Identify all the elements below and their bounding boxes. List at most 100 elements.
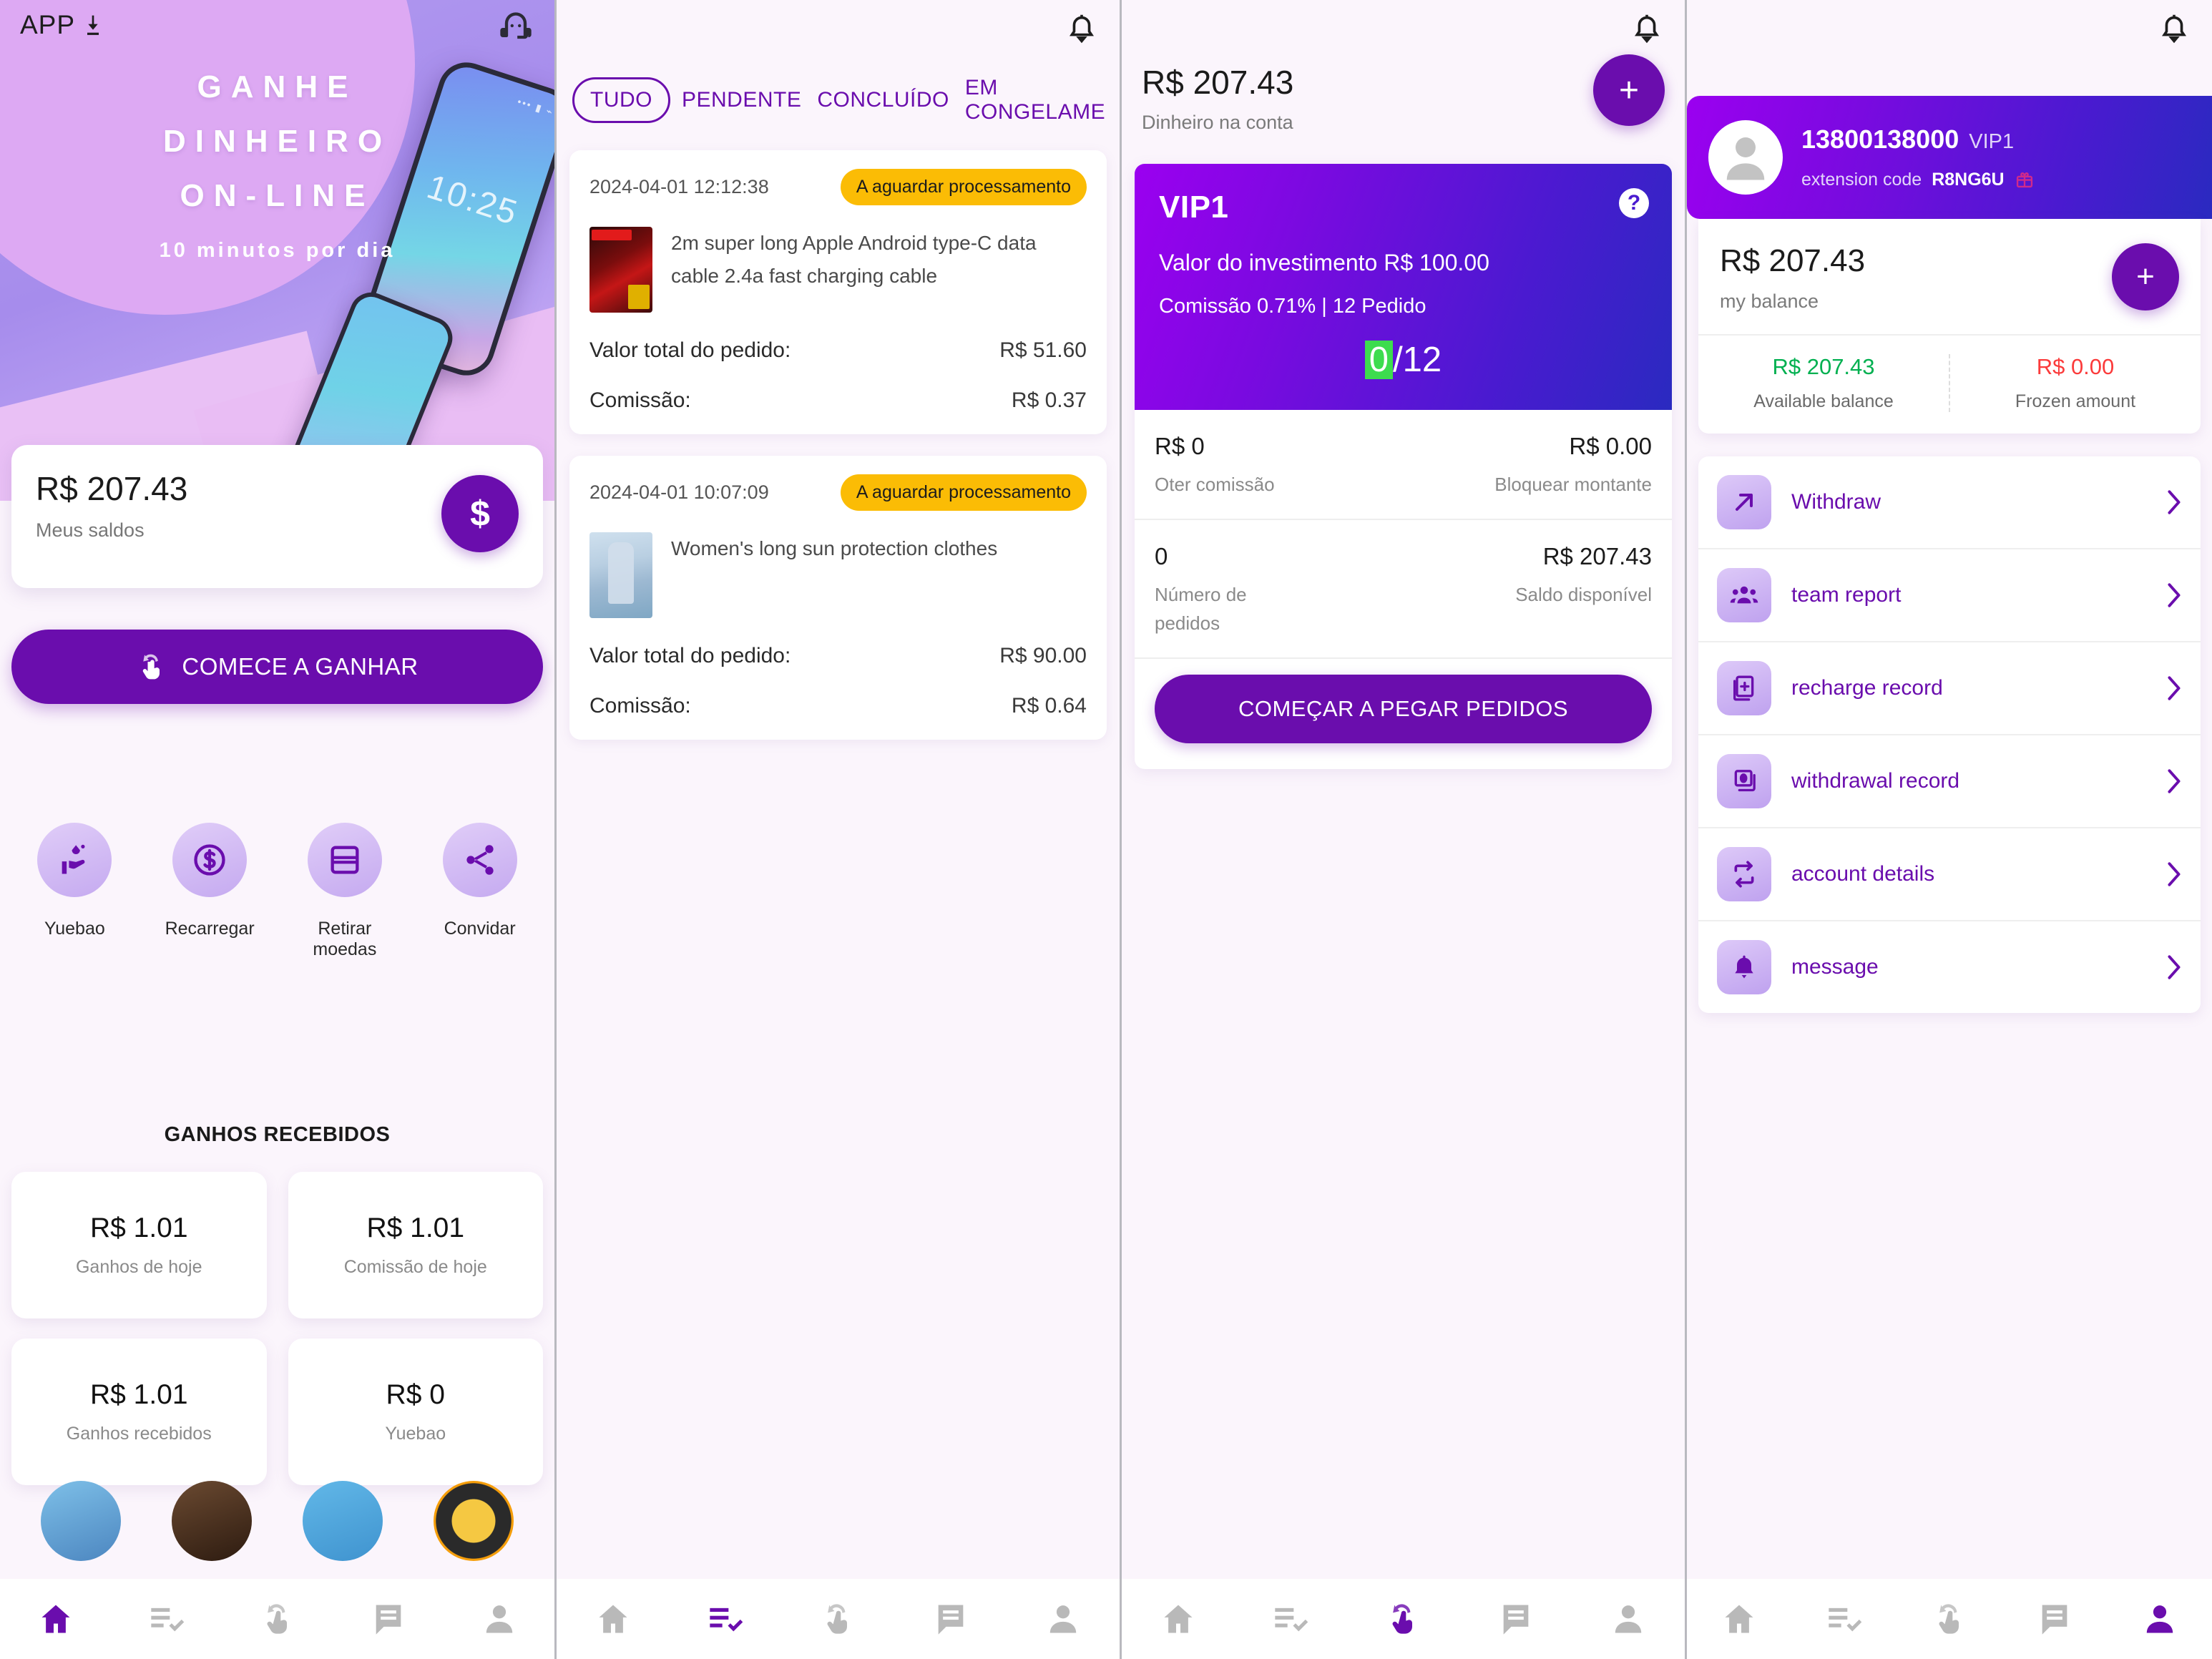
available-balance-label: Available balance: [1753, 391, 1894, 411]
nav-item-profile[interactable]: [460, 1600, 539, 1638]
balance-breakdown: R$ 207.43 Available balance R$ 0.00 Froz…: [1698, 336, 2201, 434]
order-commission-label: Comissão:: [589, 388, 691, 412]
order-card[interactable]: 2024-04-01 12:12:38 A aguardar processam…: [569, 150, 1107, 434]
profile-phone: 13800138000: [1801, 124, 1959, 154]
nav-item-home[interactable]: [1700, 1600, 1778, 1638]
nav-item-chat[interactable]: [2015, 1600, 2094, 1638]
menu-item-withdraw[interactable]: Withdraw: [1698, 456, 2201, 549]
list-check-icon: [1829, 1607, 1862, 1632]
nav-item-chat[interactable]: [1477, 1600, 1555, 1638]
nav-item-orders[interactable]: [686, 1600, 765, 1638]
order-total-label: Valor total do pedido:: [589, 644, 791, 667]
nav-item-grab[interactable]: [1910, 1600, 1989, 1638]
profile-extension-code[interactable]: extension code R8NG6U: [1801, 169, 2035, 190]
menu-item-withdrawal-record[interactable]: withdrawal record: [1698, 735, 2201, 828]
app-download-badge[interactable]: APP: [20, 10, 104, 40]
stat-value: 0: [1155, 543, 1168, 569]
quick-action-label: Yuebao: [44, 919, 105, 939]
nav-item-chat[interactable]: [349, 1600, 428, 1638]
nav-item-profile[interactable]: [1024, 1600, 1102, 1638]
grab-account-label: Dinheiro na conta: [1142, 112, 1293, 133]
nav-item-home[interactable]: [16, 1600, 95, 1638]
order-card[interactable]: 2024-04-01 10:07:09 A aguardar processam…: [569, 456, 1107, 740]
notification-bell-icon[interactable]: [2158, 10, 2191, 46]
nav-item-orders[interactable]: [1251, 1600, 1330, 1638]
menu-item-recharge-record[interactable]: recharge record: [1698, 642, 2201, 735]
chat-icon: [1503, 1605, 1529, 1635]
avatar[interactable]: [1708, 120, 1783, 195]
order-product-title: 2m super long Apple Android type-C data …: [671, 232, 1037, 287]
quick-action-label: Retirar moedas: [313, 919, 377, 959]
nav-item-profile[interactable]: [2120, 1600, 2199, 1638]
screenshot-root: ••• ▮ ⌁ 10:25 APP GANHE DINHEIRO ON-LINE…: [0, 0, 2212, 1659]
vip-level: VIP1: [1159, 190, 1229, 225]
earnings-card: R$ 1.01 Ganhos recebidos: [11, 1339, 267, 1485]
tap-hand-icon: [266, 1604, 287, 1634]
order-date: 2024-04-01 12:12:38: [589, 176, 769, 197]
menu-item-label: withdrawal record: [1791, 769, 1960, 793]
chevron-right-icon: [2168, 490, 2181, 514]
nav-item-profile[interactable]: [1589, 1600, 1668, 1638]
nav-item-chat[interactable]: [911, 1600, 990, 1638]
balance-dollar-button[interactable]: $: [441, 475, 519, 552]
start-grabbing-button[interactable]: COMEÇAR A PEGAR PEDIDOS: [1155, 675, 1652, 743]
notification-bell-icon[interactable]: [1630, 10, 1663, 46]
profile-card: 13800138000 VIP1 extension code R8NG6U: [1687, 96, 2212, 219]
my-balance-top: R$ 207.43 my balance +: [1698, 219, 2201, 336]
nav-item-home[interactable]: [574, 1600, 652, 1638]
menu-icon-wrap: [1717, 475, 1771, 529]
tap-hand-icon: [1392, 1604, 1413, 1634]
screen-grab-orders: R$ 207.43 Dinheiro na conta + ? VIP1 Val…: [1122, 0, 1687, 1659]
start-earning-label: COMECE A GANHAR: [182, 653, 419, 680]
recharge-button[interactable]: +: [1593, 54, 1665, 126]
recharge-button[interactable]: +: [2112, 243, 2179, 310]
list-check-icon: [150, 1607, 184, 1632]
menu-icon-wrap: [1717, 661, 1771, 715]
customer-support-icon[interactable]: [497, 9, 534, 47]
stat-label: Saldo disponível: [1515, 584, 1652, 605]
menu-item-team-report[interactable]: team report: [1698, 549, 2201, 642]
quick-action-yuebao[interactable]: Yuebao: [17, 823, 132, 960]
tap-hand-icon: [827, 1604, 848, 1634]
stat-value: R$ 207.43: [1542, 543, 1652, 569]
nav-item-grab[interactable]: [238, 1600, 317, 1638]
quick-action-convidar[interactable]: Convidar: [423, 823, 537, 960]
order-total-row: Valor total do pedido: R$ 51.60: [589, 338, 1087, 363]
menu-item-label: message: [1791, 955, 1879, 979]
share-icon: [466, 845, 494, 875]
bottom-nav: [0, 1579, 554, 1659]
orders-tabs: TUDO PENDENTE CONCLUÍDO EM CONGELAME: [557, 56, 1120, 150]
tab-concluido[interactable]: CONCLUÍDO: [813, 81, 954, 119]
start-earning-button[interactable]: COMECE A GANHAR: [11, 630, 543, 704]
stat-label: Número de pedidos: [1155, 584, 1247, 634]
help-icon[interactable]: ?: [1619, 188, 1649, 218]
nav-item-home[interactable]: [1139, 1600, 1218, 1638]
quick-action-retirar-moedas[interactable]: Retirar moedas: [288, 823, 402, 960]
earnings-label: Ganhos recebidos: [66, 1424, 212, 1444]
nav-item-orders[interactable]: [1805, 1600, 1884, 1638]
tab-tudo[interactable]: TUDO: [572, 77, 670, 123]
stat-value: R$ 0.00: [1569, 433, 1652, 459]
menu-item-account-details[interactable]: account details: [1698, 828, 2201, 921]
order-commission-row: Comissão: R$ 0.37: [589, 388, 1087, 413]
menu-item-message[interactable]: message: [1698, 921, 2201, 1013]
grab-account-amount: R$ 207.43: [1142, 64, 1294, 101]
tap-hand-icon: [143, 654, 160, 680]
list-check-icon: [710, 1607, 743, 1632]
download-icon: [87, 15, 99, 35]
nav-item-grab[interactable]: [798, 1600, 877, 1638]
bell-icon: [1735, 955, 1753, 979]
notification-bell-icon[interactable]: [1065, 10, 1098, 46]
extension-code-value: R8NG6U: [1932, 169, 2005, 190]
phone-statusbar: ••• ▮ ⌁: [516, 95, 554, 119]
vip-progress: 0/12: [1159, 340, 1648, 380]
nav-item-orders[interactable]: [127, 1600, 206, 1638]
tab-pendente[interactable]: PENDENTE: [677, 81, 806, 119]
vip-commission: Comissão 0.71% | 12 Pedido: [1159, 295, 1426, 318]
quick-action-recarregar[interactable]: Recarregar: [152, 823, 267, 960]
earnings-value: R$ 1.01: [366, 1213, 465, 1243]
tab-em-congelame[interactable]: EM CONGELAME: [961, 69, 1110, 132]
nav-item-grab[interactable]: [1364, 1600, 1442, 1638]
home-icon: [1725, 1605, 1753, 1633]
menu-icon-wrap: [1717, 940, 1771, 994]
